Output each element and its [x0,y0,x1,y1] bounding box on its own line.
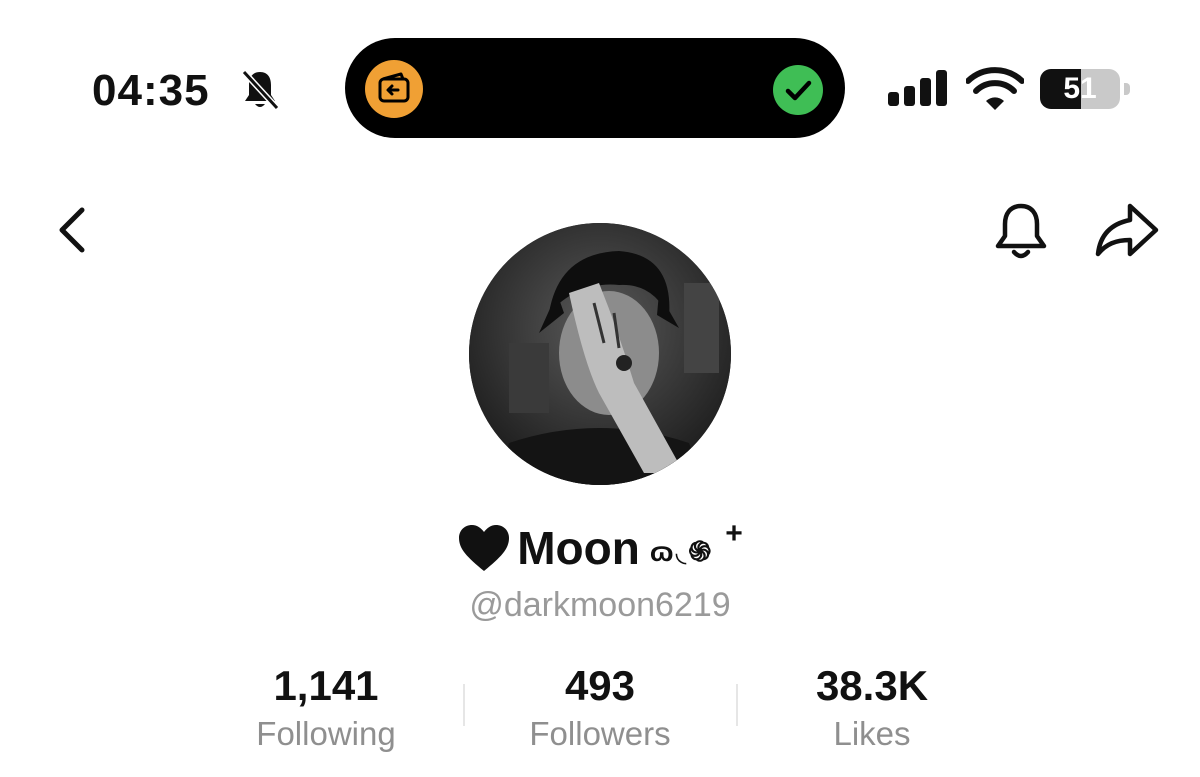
display-name: Moon [517,522,640,574]
wifi-icon [966,67,1024,110]
chevron-left-icon[interactable] [52,206,92,254]
cellular-signal-icon [888,70,947,106]
likes-count: 38.3K [815,662,929,709]
avatar[interactable] [469,223,731,485]
username: @darkmoon6219 [469,586,731,624]
share-arrow-icon[interactable] [1094,200,1160,260]
divider [736,684,738,726]
wallet-icon[interactable] [365,60,423,118]
following-count: 1,141 [273,662,379,709]
name-plus: + [725,517,743,550]
black-heart-icon [459,525,510,571]
battery-indicator: 51 [1040,69,1132,109]
followers-count: 493 [564,662,636,709]
divider [463,684,465,726]
followers-stat[interactable]: 493 Followers [500,660,700,754]
battery-level: 51 [1063,72,1097,105]
name-decoration: ɷ◟֍ [649,536,714,567]
following-stat[interactable]: 1,141 Following [226,660,426,754]
status-time: 04:35 [92,66,210,115]
bell-slash-icon [241,69,280,111]
checkmark-icon [773,65,823,115]
likes-stat[interactable]: 38.3K Likes [772,660,972,754]
following-label: Following [256,715,396,752]
likes-label: Likes [833,715,911,752]
bell-icon[interactable] [990,200,1052,262]
followers-label: Followers [529,715,671,752]
dynamic-island[interactable] [345,38,845,138]
